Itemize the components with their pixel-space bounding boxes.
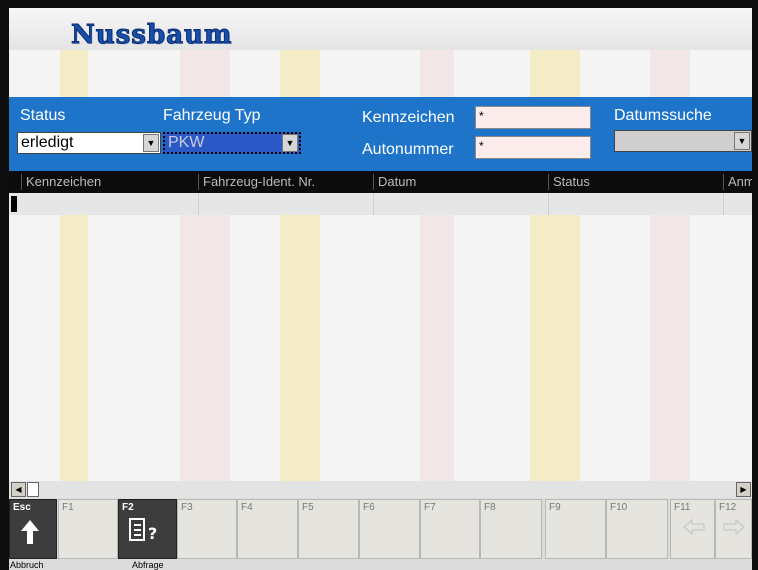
filter-panel: Status erledigt ▼ Fahrzeug Typ PKW ▼ Ken… <box>9 97 752 171</box>
f2-key-caption: Abfrage <box>132 560 164 570</box>
f4-key-label: F4 <box>241 502 253 513</box>
f2-key[interactable]: F2 ? <box>118 499 177 559</box>
scroll-left-button[interactable]: ◀ <box>11 482 26 497</box>
autonummer-input[interactable]: * <box>475 136 591 159</box>
f6-key[interactable]: F6 <box>359 499 420 559</box>
f7-key-label: F7 <box>424 502 436 513</box>
f8-key[interactable]: F8 <box>480 499 542 559</box>
f12-key[interactable]: F12 <box>715 499 752 559</box>
status-select[interactable]: erledigt ▼ <box>17 132 161 154</box>
document-query-icon: ? <box>129 518 157 542</box>
f1-key-label: F1 <box>62 502 74 513</box>
f2-key-label: F2 <box>122 502 134 513</box>
row-separator <box>723 193 724 215</box>
f9-key[interactable]: F9 <box>545 499 606 559</box>
function-key-bar: Esc F1 F2 ? F3 F4 F5 F6 F7 F8 F9 F10 F11… <box>9 498 752 570</box>
status-label: Status <box>20 107 66 124</box>
f6-key-label: F6 <box>363 502 375 513</box>
f7-key[interactable]: F7 <box>420 499 480 559</box>
f8-key-label: F8 <box>484 502 496 513</box>
datumssuche-select[interactable]: ▼ <box>614 130 752 152</box>
f3-key[interactable]: F3 <box>177 499 237 559</box>
f11-key-label: F11 <box>674 502 691 513</box>
row-separator <box>373 193 374 215</box>
f9-key-label: F9 <box>549 502 561 513</box>
kennzeichen-label: Kennzeichen <box>362 109 455 126</box>
f5-key-label: F5 <box>302 502 314 513</box>
kennzeichen-input[interactable]: * <box>475 106 591 129</box>
arrow-right-icon <box>723 518 745 536</box>
chevron-down-icon[interactable]: ▼ <box>282 134 298 152</box>
datumssuche-label: Datumssuche <box>614 107 712 124</box>
window-border-top <box>0 0 758 8</box>
f10-key-label: F10 <box>610 502 628 513</box>
chevron-down-icon[interactable]: ▼ <box>143 134 159 152</box>
f1-key[interactable]: F1 <box>58 499 118 559</box>
f5-key[interactable]: F5 <box>298 499 359 559</box>
f3-key-label: F3 <box>181 502 193 513</box>
header-bar: Nussbaum <box>9 8 752 51</box>
row-selector-marker <box>11 196 17 212</box>
window-border-right <box>752 0 758 570</box>
svg-text:?: ? <box>148 524 157 542</box>
row-separator <box>548 193 549 215</box>
app-window: Nussbaum Status erledigt ▼ Fahrzeug Typ … <box>0 0 758 570</box>
scroll-thumb[interactable] <box>27 482 39 497</box>
esc-key-caption: Abbruch <box>10 560 44 570</box>
scroll-right-button[interactable]: ▶ <box>736 482 751 497</box>
esc-key[interactable]: Esc <box>9 499 57 559</box>
f11-key[interactable]: F11 <box>670 499 715 559</box>
arrow-left-icon <box>683 518 705 536</box>
esc-key-label: Esc <box>13 502 31 513</box>
autonummer-label: Autonummer <box>362 141 454 158</box>
fahrzeug-typ-select[interactable]: PKW ▼ <box>163 132 301 154</box>
f12-key-label: F12 <box>719 502 737 513</box>
column-header-fahrzeug-ident[interactable]: Fahrzeug-Ident. Nr. <box>198 174 373 190</box>
column-header-anmerkung[interactable]: Anm <box>723 174 752 190</box>
column-header-status[interactable]: Status <box>548 174 723 190</box>
fahrzeug-typ-label: Fahrzeug Typ <box>163 107 261 124</box>
fahrzeug-typ-select-value: PKW <box>168 134 205 151</box>
f4-key[interactable]: F4 <box>237 499 298 559</box>
chevron-down-icon[interactable]: ▼ <box>734 132 750 150</box>
arrow-up-icon <box>21 520 39 544</box>
results-table[interactable]: Kennzeichen Fahrzeug-Ident. Nr. Datum St… <box>9 171 752 481</box>
nussbaum-logo: Nussbaum <box>70 20 233 51</box>
table-row[interactable] <box>9 193 752 215</box>
column-header-kennzeichen[interactable]: Kennzeichen <box>21 174 198 190</box>
status-select-value: erledigt <box>21 134 74 151</box>
row-separator <box>198 193 199 215</box>
table-header: Kennzeichen Fahrzeug-Ident. Nr. Datum St… <box>9 171 752 193</box>
window-border-left <box>0 0 9 570</box>
column-header-datum[interactable]: Datum <box>373 174 548 190</box>
horizontal-scrollbar[interactable]: ◀ ▶ <box>9 481 752 498</box>
f10-key[interactable]: F10 <box>606 499 668 559</box>
